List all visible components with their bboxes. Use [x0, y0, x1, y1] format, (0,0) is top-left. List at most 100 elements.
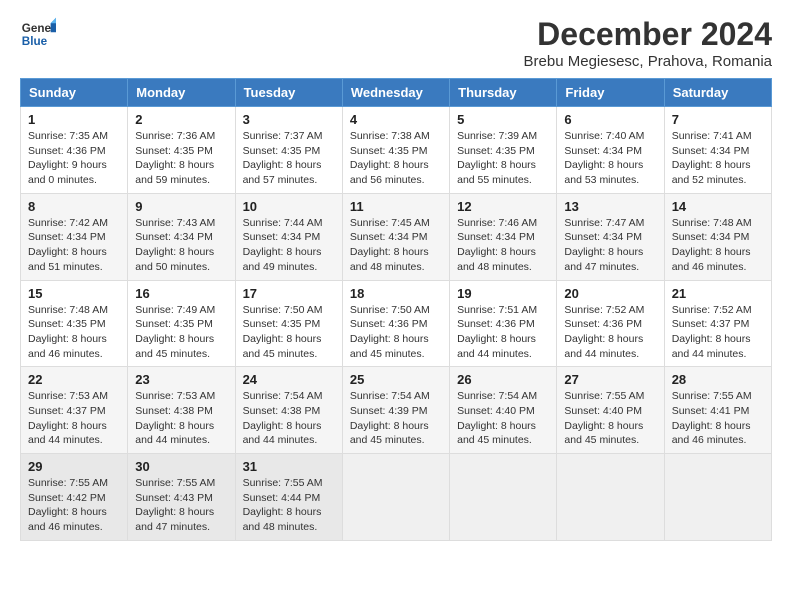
calendar-cell: 28 Sunrise: 7:55 AMSunset: 4:41 PMDayligh… — [664, 367, 771, 454]
day-number: 30 — [135, 459, 227, 474]
day-info: Sunrise: 7:39 AMSunset: 4:35 PMDaylight:… — [457, 129, 549, 188]
calendar-cell — [664, 454, 771, 541]
day-info: Sunrise: 7:45 AMSunset: 4:34 PMDaylight:… — [350, 216, 442, 275]
calendar-cell: 17 Sunrise: 7:50 AMSunset: 4:35 PMDayligh… — [235, 280, 342, 367]
day-info: Sunrise: 7:49 AMSunset: 4:35 PMDaylight:… — [135, 303, 227, 362]
day-info: Sunrise: 7:54 AMSunset: 4:40 PMDaylight:… — [457, 389, 549, 448]
month-title: December 2024 — [524, 16, 772, 53]
calendar-cell — [557, 454, 664, 541]
day-number: 22 — [28, 372, 120, 387]
calendar-cell: 7 Sunrise: 7:41 AMSunset: 4:34 PMDaylight… — [664, 107, 771, 194]
day-number: 5 — [457, 112, 549, 127]
calendar-cell — [450, 454, 557, 541]
calendar-cell: 21Sunrise: 7:52 AMSunset: 4:37 PMDayligh… — [664, 280, 771, 367]
header-saturday: Saturday — [664, 79, 771, 107]
header-thursday: Thursday — [450, 79, 557, 107]
calendar-cell: 4 Sunrise: 7:38 AMSunset: 4:35 PMDaylight… — [342, 107, 449, 194]
day-number: 17 — [243, 286, 335, 301]
calendar-cell: 24Sunrise: 7:54 AMSunset: 4:38 PMDayligh… — [235, 367, 342, 454]
calendar-cell: 12 Sunrise: 7:46 AMSunset: 4:34 PMDayligh… — [450, 193, 557, 280]
day-number: 28 — [672, 372, 764, 387]
calendar-cell: 1 Sunrise: 7:35 AMSunset: 4:36 PMDaylight… — [21, 107, 128, 194]
calendar-cell: 3 Sunrise: 7:37 AMSunset: 4:35 PMDaylight… — [235, 107, 342, 194]
day-number: 11 — [350, 199, 442, 214]
day-number: 9 — [135, 199, 227, 214]
day-info: Sunrise: 7:42 AMSunset: 4:34 PMDaylight:… — [28, 216, 120, 275]
calendar-cell — [342, 454, 449, 541]
header-wednesday: Wednesday — [342, 79, 449, 107]
logo-icon: General Blue — [20, 16, 56, 52]
day-info: Sunrise: 7:41 AMSunset: 4:34 PMDaylight:… — [672, 129, 764, 188]
day-info: Sunrise: 7:55 AMSunset: 4:41 PMDaylight:… — [672, 389, 764, 448]
day-info: Sunrise: 7:52 AMSunset: 4:37 PMDaylight:… — [672, 303, 764, 362]
calendar-cell: 31Sunrise: 7:55 AMSunset: 4:44 PMDayligh… — [235, 454, 342, 541]
day-number: 1 — [28, 112, 120, 127]
calendar-cell: 30 Sunrise: 7:55 AMSunset: 4:43 PMDayligh… — [128, 454, 235, 541]
day-number: 20 — [564, 286, 656, 301]
day-number: 6 — [564, 112, 656, 127]
day-number: 29 — [28, 459, 120, 474]
day-info: Sunrise: 7:47 AMSunset: 4:34 PMDaylight:… — [564, 216, 656, 275]
day-info: Sunrise: 7:38 AMSunset: 4:35 PMDaylight:… — [350, 129, 442, 188]
calendar-cell: 10Sunrise: 7:44 AMSunset: 4:34 PMDayligh… — [235, 193, 342, 280]
calendar-table: SundayMondayTuesdayWednesdayThursdayFrid… — [20, 78, 772, 541]
title-block: December 2024 Brebu Megiesesc, Prahova, … — [524, 16, 772, 70]
page-header: General Blue December 2024 Brebu Megiese… — [20, 16, 772, 70]
header-monday: Monday — [128, 79, 235, 107]
calendar-cell: 27 Sunrise: 7:55 AMSunset: 4:40 PMDayligh… — [557, 367, 664, 454]
day-number: 7 — [672, 112, 764, 127]
calendar-cell: 8 Sunrise: 7:42 AMSunset: 4:34 PMDaylight… — [21, 193, 128, 280]
day-info: Sunrise: 7:46 AMSunset: 4:34 PMDaylight:… — [457, 216, 549, 275]
day-info: Sunrise: 7:48 AMSunset: 4:35 PMDaylight:… — [28, 303, 120, 362]
day-info: Sunrise: 7:55 AMSunset: 4:43 PMDaylight:… — [135, 476, 227, 535]
day-number: 8 — [28, 199, 120, 214]
day-number: 26 — [457, 372, 549, 387]
day-info: Sunrise: 7:55 AMSunset: 4:42 PMDaylight:… — [28, 476, 120, 535]
calendar-cell: 11 Sunrise: 7:45 AMSunset: 4:34 PMDayligh… — [342, 193, 449, 280]
day-info: Sunrise: 7:55 AMSunset: 4:44 PMDaylight:… — [243, 476, 335, 535]
calendar-cell: 2 Sunrise: 7:36 AMSunset: 4:35 PMDaylight… — [128, 107, 235, 194]
calendar-cell: 14 Sunrise: 7:48 AMSunset: 4:34 PMDayligh… — [664, 193, 771, 280]
day-info: Sunrise: 7:51 AMSunset: 4:36 PMDaylight:… — [457, 303, 549, 362]
day-info: Sunrise: 7:48 AMSunset: 4:34 PMDaylight:… — [672, 216, 764, 275]
calendar-week-4: 22Sunrise: 7:53 AMSunset: 4:37 PMDayligh… — [21, 367, 772, 454]
day-number: 2 — [135, 112, 227, 127]
day-info: Sunrise: 7:54 AMSunset: 4:39 PMDaylight:… — [350, 389, 442, 448]
day-number: 16 — [135, 286, 227, 301]
day-info: Sunrise: 7:55 AMSunset: 4:40 PMDaylight:… — [564, 389, 656, 448]
day-info: Sunrise: 7:50 AMSunset: 4:35 PMDaylight:… — [243, 303, 335, 362]
day-info: Sunrise: 7:40 AMSunset: 4:34 PMDaylight:… — [564, 129, 656, 188]
day-info: Sunrise: 7:50 AMSunset: 4:36 PMDaylight:… — [350, 303, 442, 362]
logo: General Blue — [20, 16, 56, 52]
day-info: Sunrise: 7:44 AMSunset: 4:34 PMDaylight:… — [243, 216, 335, 275]
calendar-week-2: 8 Sunrise: 7:42 AMSunset: 4:34 PMDaylight… — [21, 193, 772, 280]
day-number: 25 — [350, 372, 442, 387]
calendar-cell: 25 Sunrise: 7:54 AMSunset: 4:39 PMDayligh… — [342, 367, 449, 454]
day-number: 13 — [564, 199, 656, 214]
day-info: Sunrise: 7:52 AMSunset: 4:36 PMDaylight:… — [564, 303, 656, 362]
calendar-cell: 26 Sunrise: 7:54 AMSunset: 4:40 PMDayligh… — [450, 367, 557, 454]
day-info: Sunrise: 7:36 AMSunset: 4:35 PMDaylight:… — [135, 129, 227, 188]
header-sunday: Sunday — [21, 79, 128, 107]
calendar-cell: 22Sunrise: 7:53 AMSunset: 4:37 PMDayligh… — [21, 367, 128, 454]
calendar-cell: 19Sunrise: 7:51 AMSunset: 4:36 PMDayligh… — [450, 280, 557, 367]
day-info: Sunrise: 7:43 AMSunset: 4:34 PMDaylight:… — [135, 216, 227, 275]
calendar-cell: 5 Sunrise: 7:39 AMSunset: 4:35 PMDaylight… — [450, 107, 557, 194]
calendar-cell: 29 Sunrise: 7:55 AMSunset: 4:42 PMDayligh… — [21, 454, 128, 541]
day-number: 4 — [350, 112, 442, 127]
day-number: 14 — [672, 199, 764, 214]
day-info: Sunrise: 7:35 AMSunset: 4:36 PMDaylight:… — [28, 129, 120, 188]
calendar-week-3: 15Sunrise: 7:48 AMSunset: 4:35 PMDayligh… — [21, 280, 772, 367]
calendar-cell: 15Sunrise: 7:48 AMSunset: 4:35 PMDayligh… — [21, 280, 128, 367]
calendar-week-1: 1 Sunrise: 7:35 AMSunset: 4:36 PMDaylight… — [21, 107, 772, 194]
header-friday: Friday — [557, 79, 664, 107]
calendar-cell: 6 Sunrise: 7:40 AMSunset: 4:34 PMDaylight… — [557, 107, 664, 194]
day-number: 12 — [457, 199, 549, 214]
day-number: 3 — [243, 112, 335, 127]
location-title: Brebu Megiesesc, Prahova, Romania — [524, 53, 772, 70]
day-info: Sunrise: 7:37 AMSunset: 4:35 PMDaylight:… — [243, 129, 335, 188]
calendar-cell: 16 Sunrise: 7:49 AMSunset: 4:35 PMDayligh… — [128, 280, 235, 367]
day-number: 27 — [564, 372, 656, 387]
header-tuesday: Tuesday — [235, 79, 342, 107]
calendar-cell: 23Sunrise: 7:53 AMSunset: 4:38 PMDayligh… — [128, 367, 235, 454]
